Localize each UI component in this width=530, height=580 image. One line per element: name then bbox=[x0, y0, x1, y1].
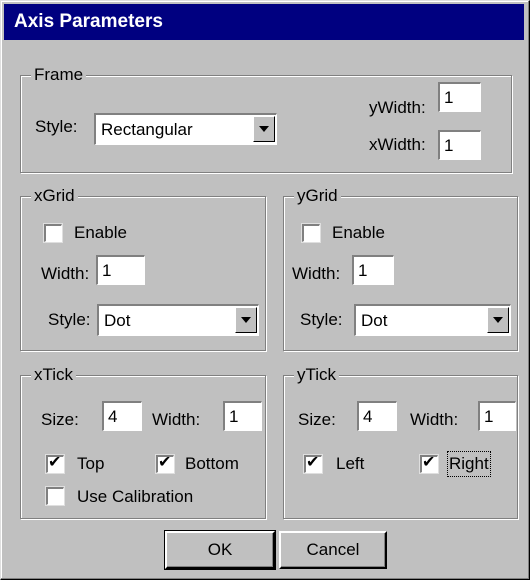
xgrid-width-input[interactable]: 1 bbox=[95, 254, 146, 286]
ytick-width-label: Width: bbox=[410, 410, 459, 429]
xgrid-style-value: Dot bbox=[104, 311, 131, 330]
ytick-group: yTick Size: 4 Width: 1 Left Right bbox=[283, 365, 518, 519]
ygrid-group-label: yGrid bbox=[294, 186, 341, 206]
ytick-size-label: Size: bbox=[298, 410, 336, 429]
chevron-down-icon[interactable] bbox=[487, 307, 509, 333]
ygrid-style-label: Style: bbox=[300, 310, 343, 329]
cancel-button[interactable]: Cancel bbox=[279, 531, 387, 569]
xgrid-style-label: Style: bbox=[48, 310, 91, 329]
ygrid-style-select[interactable]: Dot bbox=[354, 304, 511, 336]
chevron-down-icon[interactable] bbox=[253, 116, 275, 142]
chevron-down-icon[interactable] bbox=[235, 307, 257, 333]
ygrid-width-label: Width: bbox=[292, 264, 341, 283]
frame-ywidth-label: yWidth: bbox=[369, 98, 426, 117]
ygrid-enable-checkbox[interactable] bbox=[301, 223, 321, 243]
ygrid-group: yGrid Enable Width: 1 Style: Dot bbox=[283, 186, 518, 351]
xgrid-style-select[interactable]: Dot bbox=[97, 304, 259, 336]
xgrid-group-label: xGrid bbox=[31, 186, 78, 206]
xtick-size-label: Size: bbox=[41, 410, 79, 429]
xgrid-enable-label[interactable]: Enable bbox=[74, 222, 127, 244]
xtick-group-label: xTick bbox=[31, 365, 77, 385]
ytick-left-checkbox[interactable] bbox=[303, 453, 323, 474]
xtick-top-label[interactable]: Top bbox=[77, 453, 104, 475]
xtick-calibration-label[interactable]: Use Calibration bbox=[77, 486, 193, 508]
ytick-right-label[interactable]: Right bbox=[447, 451, 491, 477]
ytick-left-label[interactable]: Left bbox=[336, 453, 364, 475]
frame-style-value: Rectangular bbox=[101, 120, 193, 139]
ygrid-width-input[interactable]: 1 bbox=[351, 254, 395, 286]
xgrid-group: xGrid Enable Width: 1 Style: Dot bbox=[20, 186, 266, 351]
xtick-top-checkbox[interactable] bbox=[45, 453, 65, 474]
frame-style-select[interactable]: Rectangular bbox=[94, 113, 277, 145]
ygrid-enable-label[interactable]: Enable bbox=[332, 222, 385, 244]
ygrid-style-value: Dot bbox=[361, 311, 388, 330]
ytick-right-checkbox[interactable] bbox=[419, 453, 439, 474]
xtick-width-label: Width: bbox=[152, 410, 201, 429]
xtick-bottom-checkbox[interactable] bbox=[155, 453, 175, 474]
axis-parameters-dialog: Axis Parameters Frame Style: Rectangular… bbox=[0, 0, 530, 580]
frame-style-label: Style: bbox=[35, 117, 78, 136]
ok-button[interactable]: OK bbox=[164, 530, 276, 570]
frame-group-label: Frame bbox=[31, 65, 87, 85]
frame-group: Frame Style: Rectangular yWidth: 1 xWidt… bbox=[20, 65, 512, 173]
xtick-size-input[interactable]: 4 bbox=[101, 400, 143, 432]
xgrid-width-label: Width: bbox=[41, 264, 90, 283]
xtick-width-input[interactable]: 1 bbox=[222, 400, 263, 432]
ytick-group-label: yTick bbox=[294, 365, 340, 385]
ytick-size-input[interactable]: 4 bbox=[356, 400, 398, 432]
dialog-title: Axis Parameters bbox=[4, 4, 524, 40]
xgrid-enable-checkbox[interactable] bbox=[43, 223, 63, 243]
xtick-bottom-label[interactable]: Bottom bbox=[185, 453, 239, 475]
frame-ywidth-input[interactable]: 1 bbox=[437, 81, 482, 113]
ytick-width-input[interactable]: 1 bbox=[477, 400, 517, 432]
frame-xwidth-input[interactable]: 1 bbox=[437, 129, 482, 161]
xtick-calibration-checkbox[interactable] bbox=[45, 486, 65, 506]
frame-xwidth-label: xWidth: bbox=[369, 135, 426, 154]
xtick-group: xTick Size: 4 Width: 1 Top Bottom Use Ca… bbox=[20, 365, 266, 519]
